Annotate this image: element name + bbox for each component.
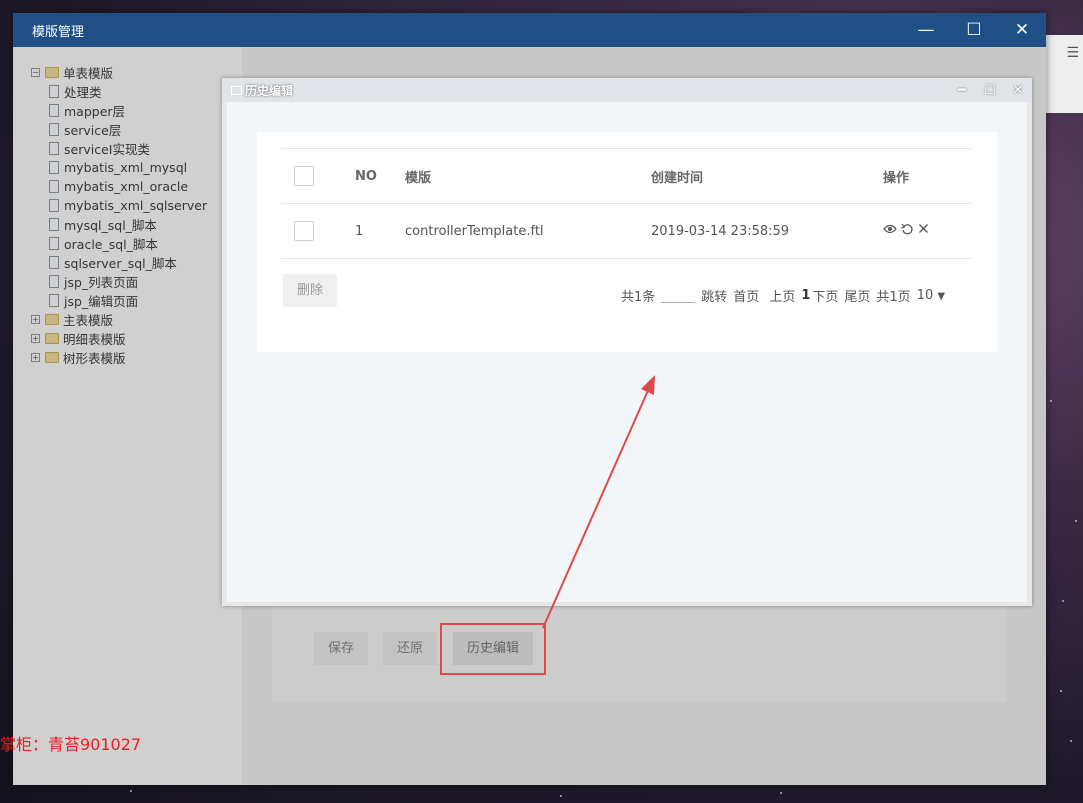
select-all-checkbox[interactable]	[294, 166, 314, 186]
maximize-button[interactable]: ☐	[950, 20, 998, 40]
annotation-highlight-box	[440, 623, 546, 675]
row-actions	[883, 223, 929, 240]
dialog-maximize-button[interactable]: ☐	[976, 83, 1004, 98]
dialog-body: NO 模版 创建时间 操作 1 controllerTemplate.ftl 2…	[227, 102, 1027, 602]
minimize-button[interactable]: —	[902, 20, 950, 40]
dialog-title-bar: 历史编辑 ━ ☐ ✕	[222, 78, 1032, 102]
dialog-close-button[interactable]: ✕	[1004, 83, 1032, 98]
history-dialog: 历史编辑 ━ ☐ ✕ NO 模版 创建时间 操作 1 controllerTem…	[222, 78, 1032, 606]
delete-button[interactable]: 删除	[283, 274, 338, 307]
delete-icon[interactable]	[918, 223, 929, 240]
restore-icon[interactable]	[901, 223, 914, 240]
header-action: 操作	[883, 170, 910, 186]
table-row: 1 controllerTemplate.ftl 2019-03-14 23:5…	[281, 204, 971, 259]
chevron-down-icon: ▼	[937, 291, 946, 302]
pager-current: 1	[801, 288, 811, 303]
watermark-note: 掌柜：青苔901027	[0, 735, 142, 754]
dialog-title: 历史编辑	[245, 83, 294, 98]
table-header: NO 模版 创建时间 操作	[281, 149, 971, 204]
pager-total: 共1条	[621, 290, 656, 305]
window-icon	[231, 85, 242, 95]
background-side-strip: ☰	[1046, 35, 1083, 113]
row-checkbox[interactable]	[294, 221, 314, 241]
menu-icon[interactable]: ☰	[1066, 45, 1079, 61]
window-title-bar: 模版管理 — ☐ ✕	[13, 13, 1046, 47]
header-template: 模版	[405, 170, 432, 186]
pager-prev[interactable]: 上页	[769, 286, 795, 305]
pager-pages: 共1页	[876, 290, 911, 305]
history-table: NO 模版 创建时间 操作 1 controllerTemplate.ftl 2…	[281, 148, 971, 259]
page-size-value: 10	[916, 288, 934, 303]
row-template: controllerTemplate.ftl	[405, 223, 544, 239]
page-size-select[interactable]: 10 ▼	[917, 288, 945, 303]
pagination: 共1条 跳转 首页 上页 1 下页 尾页 共1页 10 ▼	[621, 286, 945, 305]
header-created: 创建时间	[651, 170, 704, 186]
dialog-minimize-button[interactable]: ━	[948, 83, 976, 98]
history-card: NO 模版 创建时间 操作 1 controllerTemplate.ftl 2…	[257, 132, 997, 352]
window-title: 模版管理	[32, 24, 85, 40]
header-no: NO	[355, 168, 377, 184]
pager-next[interactable]: 下页	[812, 286, 838, 305]
row-created: 2019-03-14 23:58:59	[651, 223, 790, 239]
pager-last[interactable]: 尾页	[844, 286, 870, 305]
row-no: 1	[355, 223, 364, 239]
close-button[interactable]: ✕	[998, 20, 1046, 40]
pager-jump[interactable]: 跳转	[701, 286, 727, 305]
view-icon[interactable]	[883, 223, 897, 240]
pager-jump-input[interactable]	[661, 288, 696, 303]
pager-first[interactable]: 首页	[733, 286, 759, 305]
